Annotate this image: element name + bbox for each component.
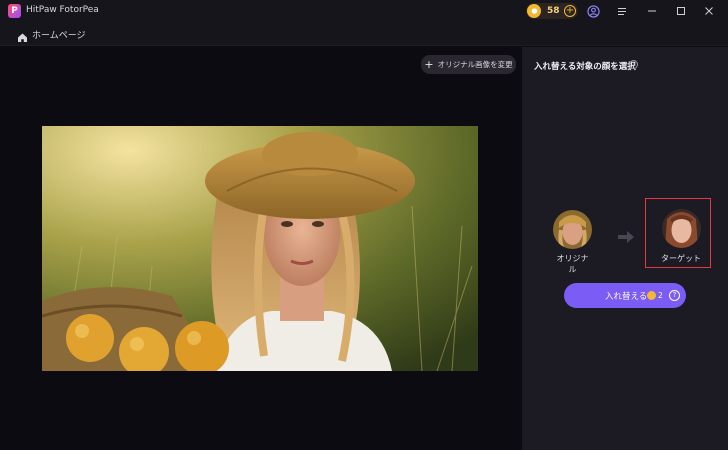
help-icon[interactable]: ? — [669, 290, 680, 301]
app-logo-letter: P — [11, 6, 18, 16]
change-original-image-button[interactable]: + オリジナル画像を変更 — [421, 55, 516, 74]
credits-badge[interactable]: 58 + — [526, 3, 578, 19]
target-face-label: ターゲット — [661, 254, 701, 263]
target-face-thumbnail[interactable] — [662, 209, 701, 248]
credit-count: 58 — [547, 6, 560, 16]
account-icon[interactable] — [586, 4, 600, 18]
swap-faces-button[interactable]: 入れ替える 2 ? — [564, 283, 686, 308]
minimize-icon[interactable] — [645, 4, 659, 18]
swap-cost: 2 — [658, 291, 663, 300]
maximize-icon[interactable] — [674, 4, 688, 18]
coin-icon — [647, 291, 656, 300]
original-face-label: オリジナル — [556, 254, 589, 274]
menu-icon[interactable] — [615, 4, 629, 18]
app-title: HitPaw FotorPea — [26, 5, 99, 15]
panel-title: 入れ替える対象の顔を選択 — [534, 62, 636, 72]
info-icon[interactable]: i — [629, 60, 638, 69]
plus-icon: + — [424, 58, 434, 71]
arrow-right-icon — [617, 229, 635, 243]
title-bar: P HitPaw FotorPea 58 + — [0, 0, 728, 22]
home-link[interactable]: ホームページ — [32, 28, 86, 41]
close-icon[interactable] — [702, 4, 716, 18]
original-photo — [42, 126, 478, 371]
app-logo: P — [8, 4, 21, 18]
add-credits-button[interactable]: + — [564, 5, 576, 17]
swap-button-label: 入れ替える — [605, 292, 648, 302]
original-face-thumbnail[interactable] — [553, 210, 592, 249]
coin-icon — [527, 4, 541, 18]
change-original-image-label: オリジナル画像を変更 — [437, 60, 513, 69]
nav-bar: ホームページ — [0, 22, 728, 46]
home-icon[interactable] — [17, 28, 28, 42]
